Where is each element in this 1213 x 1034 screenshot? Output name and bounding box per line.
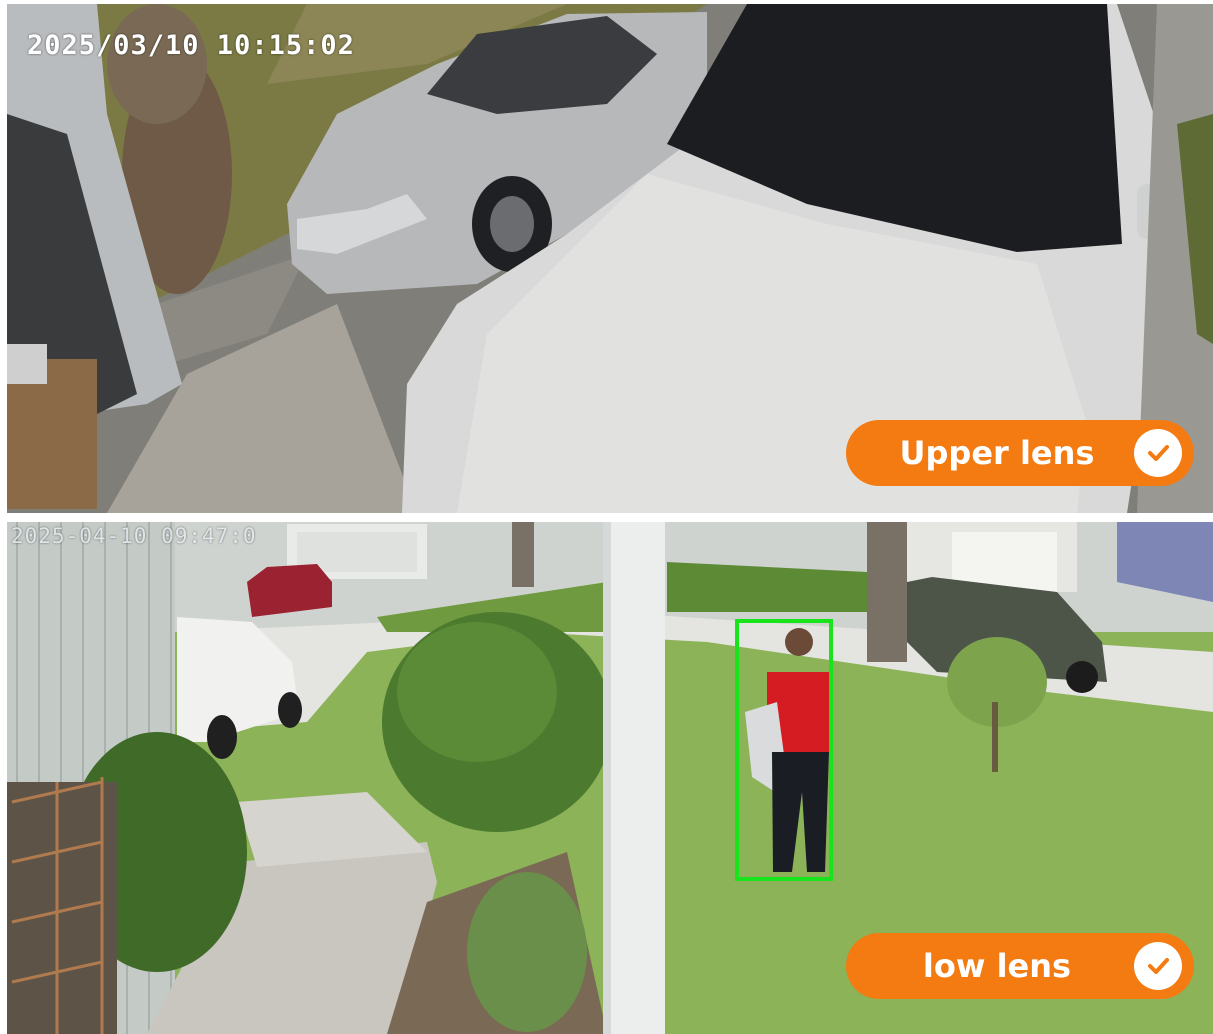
low-lens-badge: low lens [846, 933, 1194, 999]
upper-lens-badge: Upper lens [846, 420, 1194, 486]
timestamp-overlay: 2025/03/10 10:15:02 [27, 30, 355, 61]
check-icon [1134, 942, 1182, 990]
low-lens-view: 2025-04-10 09:47:0 low lens [7, 522, 1213, 1034]
low-lens-label: low lens [922, 947, 1072, 985]
person-detection-box [735, 619, 833, 881]
timestamp-overlay: 2025-04-10 09:47:0 [11, 524, 257, 548]
check-icon [1134, 429, 1182, 477]
upper-lens-view: 2025/03/10 10:15:02 Upper lens [7, 4, 1213, 513]
upper-lens-label: Upper lens [899, 434, 1095, 472]
